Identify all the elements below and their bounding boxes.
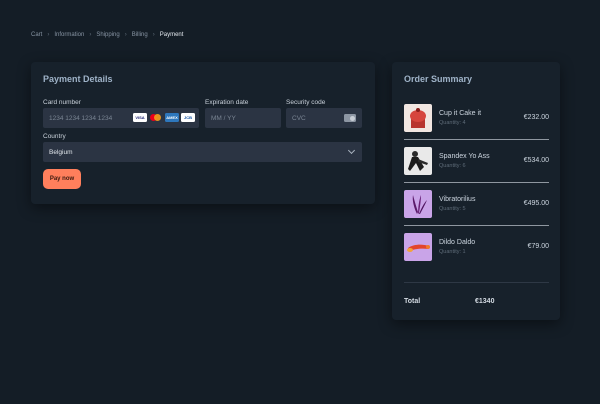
breadcrumb-cart[interactable]: Cart [31,32,42,38]
chevron-right-icon: › [124,32,127,38]
card-number-label: Card number [43,99,81,106]
product-thumbnail-spandex [404,147,432,175]
cvc-card-icon [344,114,356,122]
product-name: Vibratorilius [439,196,476,203]
list-item: Vibratorilius Quantity: 5 €495.00 [404,190,549,220]
amex-icon: AMEX [165,113,179,122]
payment-details-title: Payment Details [43,74,113,84]
cvc-input[interactable]: CVC [286,108,362,128]
card-number-placeholder: 1234 1234 1234 1234 [49,114,113,122]
card-number-input[interactable]: 1234 1234 1234 1234 VISA AMEX JCB [43,108,199,128]
product-price: €232.00 [523,114,549,121]
product-price: €79.00 [527,243,549,250]
expiry-placeholder: MM / YY [211,114,236,122]
visa-icon: VISA [133,113,147,122]
divider [404,139,549,140]
total-label: Total [404,298,421,305]
country-label: Country [43,133,66,140]
cvc-placeholder: CVC [292,114,306,122]
product-thumbnail-cupcake [404,104,432,132]
breadcrumb-billing[interactable]: Billing [132,32,148,38]
product-quantity: Quantity: 6 [439,163,466,169]
order-summary-title: Order Summary [404,74,473,84]
mastercard-icon [149,113,163,122]
divider [404,225,549,226]
expiry-label: Expiration date [205,99,249,106]
order-summary-card: Order Summary Cup it Cake it Quantity: 4… [392,62,560,320]
breadcrumb-shipping[interactable]: Shipping [96,32,119,38]
product-quantity: Quantity: 1 [439,249,466,255]
cvc-label: Security code [286,99,326,106]
total-value: €1340 [475,298,495,305]
product-price: €534.00 [523,157,549,164]
product-thumbnail-dildo [404,233,432,261]
product-name: Spandex Yo Ass [439,153,490,160]
chevron-right-icon: › [89,32,92,38]
jcb-icon: JCB [181,113,195,122]
expiry-input[interactable]: MM / YY [205,108,281,128]
list-item: Spandex Yo Ass Quantity: 6 €534.00 [404,147,549,177]
product-thumbnail-vibrator [404,190,432,218]
card-brand-logos: VISA AMEX JCB [133,113,195,122]
product-quantity: Quantity: 5 [439,206,466,212]
divider [404,182,549,183]
divider [404,282,549,283]
payment-details-card: Payment Details Card number 1234 1234 12… [31,62,375,204]
breadcrumb-payment: Payment [159,32,184,38]
breadcrumb-information[interactable]: Information [54,32,84,38]
chevron-right-icon: › [47,32,50,38]
country-value: Belgium [49,148,73,156]
product-price: €495.00 [523,200,549,207]
list-item: Cup it Cake it Quantity: 4 €232.00 [404,104,549,134]
product-name: Cup it Cake it [439,110,482,117]
breadcrumb: Cart › Information › Shipping › Billing … [31,32,183,38]
chevron-right-icon: › [152,32,155,38]
country-select[interactable]: Belgium [43,142,362,162]
pay-now-button[interactable]: Pay now [43,169,81,189]
product-quantity: Quantity: 4 [439,120,466,126]
list-item: Dildo Daldo Quantity: 1 €79.00 [404,233,549,263]
chevron-down-icon [347,146,356,155]
product-name: Dildo Daldo [439,239,476,246]
